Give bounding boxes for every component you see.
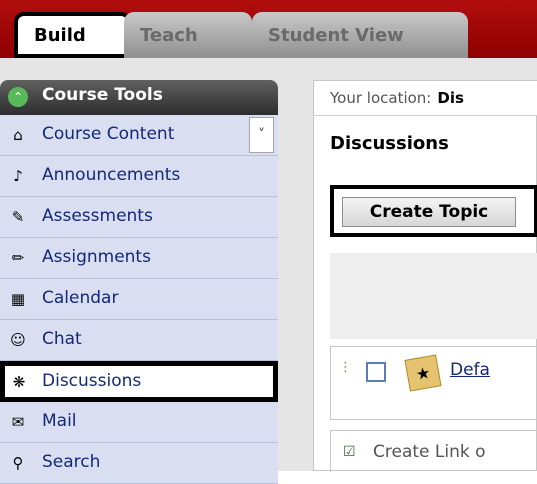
tab-teach[interactable]: Teach [124,12,252,58]
sidebar-item-mail[interactable]: ✉ Mail [0,402,278,443]
checkbox-icon: ☑ [343,444,356,460]
sidebar-item-label: Assignments [42,247,151,267]
tab-teach-label: Teach [140,24,198,46]
topic-folder-icon: ★ [404,354,442,392]
create-link-label[interactable]: Create Link o [373,442,486,462]
main-content: Your location: Dis Discussions Create To… [313,80,537,472]
course-tools-sidebar: ⌃ Course Tools ⌂ Course Content ˅ ♪ Anno… [0,80,278,484]
chevron-down-icon[interactable]: ˅ [249,117,274,153]
speech-bubble-icon: ☺ [10,331,26,349]
sidebar-item-course-content[interactable]: ⌂ Course Content ˅ [0,115,278,156]
page-title: Discussions [330,133,449,154]
empty-panel [330,253,537,339]
course-tools-title: Course Tools [42,85,163,105]
tab-student-view-label: Student View [268,24,404,46]
sidebar-item-label: Assessments [42,206,153,226]
tab-build-label: Build [34,24,86,46]
create-topic-button[interactable]: Create Topic [342,197,516,227]
select-checkbox[interactable] [366,362,386,382]
location-value[interactable]: Dis [437,89,464,107]
create-topic-highlight: Create Topic [330,185,537,237]
sidebar-item-label: Announcements [42,165,181,185]
tab-build[interactable]: Build [14,12,131,58]
house-icon: ⌂ [13,126,23,144]
tab-student-view[interactable]: Student View [252,12,468,58]
envelope-icon: ✉ [11,413,25,431]
sidebar-item-label: Discussions [42,371,142,391]
sidebar-item-announcements[interactable]: ♪ Announcements [0,156,278,197]
course-tools-header[interactable]: ⌃ Course Tools [0,80,278,115]
sidebar-item-chat[interactable]: ☺ Chat [0,320,278,361]
pencil-paper-icon: ✏ [11,249,25,267]
location-label: Your location: [330,89,432,107]
sidebar-item-assignments[interactable]: ✏ Assignments [0,238,278,279]
sidebar-item-assessments[interactable]: ✎ Assessments [0,197,278,238]
sidebar-item-discussions[interactable]: ❋ Discussions [0,361,278,402]
pushpin-icon: ❋ [12,373,26,391]
sidebar-item-search[interactable]: ⚲ Search [0,443,278,484]
magnifier-icon: ⚲ [12,454,24,472]
double-chevron-up-icon[interactable]: ⌃ [8,87,28,107]
breadcrumb: Your location: Dis [314,81,537,116]
clipboard-icon: ✎ [11,208,25,226]
sidebar-item-calendar[interactable]: ▦ Calendar [0,279,278,320]
topic-link[interactable]: Defa [450,360,490,380]
sidebar-item-label: Course Content [42,124,175,144]
topic-row: ⋮ ★ Defa [330,346,537,420]
sidebar-item-label: Calendar [42,288,119,308]
create-link-bar[interactable]: ☑ Create Link o [330,430,537,472]
sidebar-item-label: Chat [42,329,82,349]
sidebar-item-label: Search [42,452,101,472]
drag-handle-icon[interactable]: ⋮ [339,360,352,384]
megaphone-icon: ♪ [13,167,23,185]
calendar-icon: ▦ [10,290,26,308]
sidebar-item-label: Mail [42,411,77,431]
